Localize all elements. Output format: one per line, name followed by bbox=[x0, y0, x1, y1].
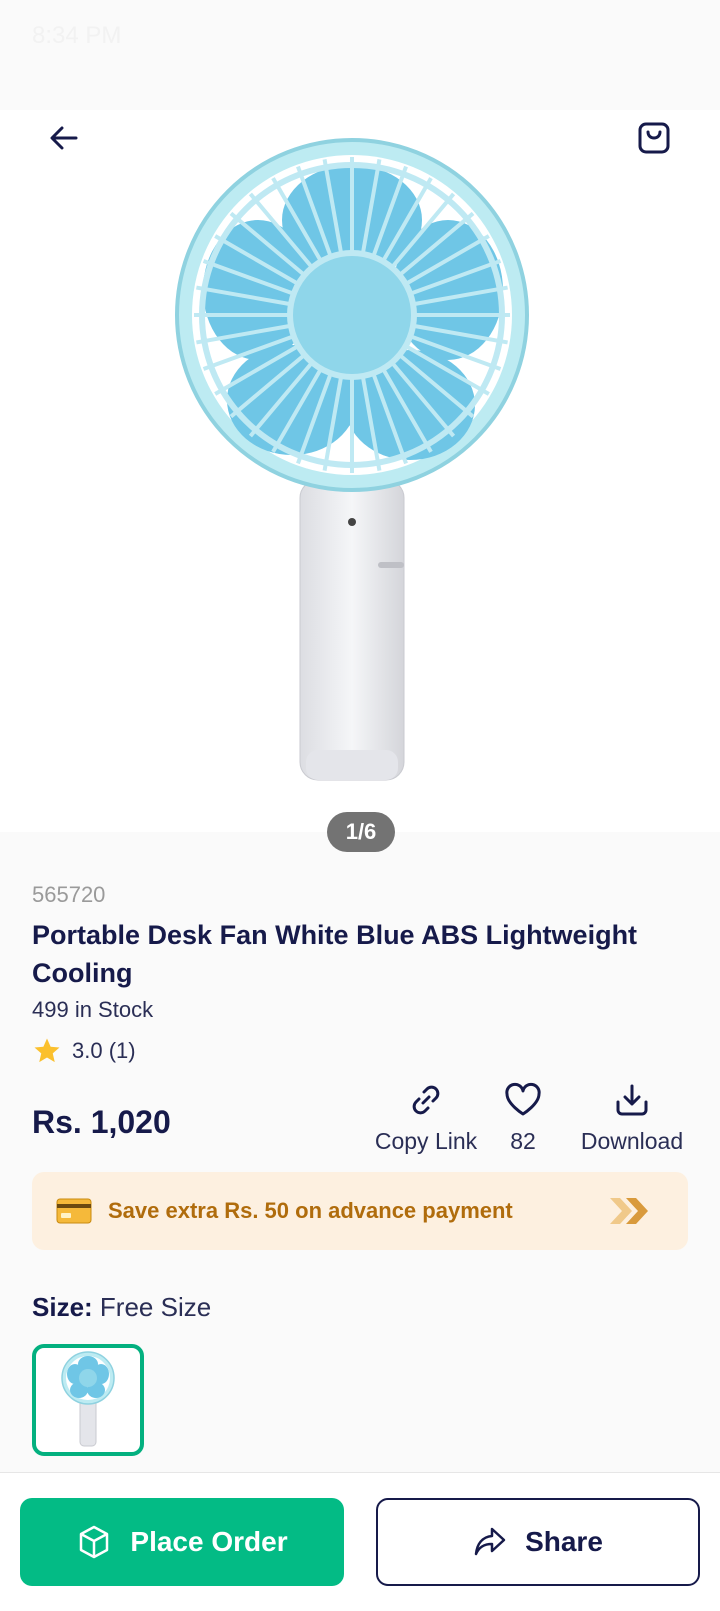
like-button[interactable]: 82 bbox=[490, 1082, 556, 1155]
product-price: Rs. 1,020 bbox=[32, 1104, 171, 1140]
like-count: 82 bbox=[510, 1128, 536, 1154]
heart-icon bbox=[505, 1082, 541, 1116]
size-key: Size: bbox=[32, 1292, 93, 1322]
copy-link-label: Copy Link bbox=[374, 1128, 478, 1154]
image-page-indicator: 1/6 bbox=[327, 812, 395, 852]
credit-card-icon bbox=[56, 1198, 92, 1224]
size-value: Free Size bbox=[99, 1292, 212, 1322]
banner-text: Save extra Rs. 50 on advance payment bbox=[108, 1198, 513, 1223]
link-icon bbox=[412, 1085, 440, 1115]
share-label: Share bbox=[525, 1526, 603, 1557]
download-icon bbox=[616, 1084, 648, 1116]
rating-text: 3.0 (1) bbox=[72, 1038, 136, 1063]
arrow-left-icon bbox=[50, 126, 78, 150]
place-order-label: Place Order bbox=[130, 1526, 288, 1557]
status-time: 8:34 PM bbox=[32, 22, 122, 49]
advance-payment-banner[interactable]: Save extra Rs. 50 on advance payment bbox=[32, 1172, 688, 1250]
product-rating: 3.0 (1) bbox=[32, 1036, 136, 1066]
download-label: Download bbox=[580, 1128, 684, 1154]
share-arrow-icon bbox=[474, 1527, 506, 1556]
shopping-bag-icon bbox=[638, 122, 670, 154]
size-option-thumbnail[interactable] bbox=[32, 1344, 144, 1456]
stock-status: 499 in Stock bbox=[32, 997, 154, 1022]
size-selector-label: Size: Free Size bbox=[32, 1292, 211, 1323]
share-button[interactable]: Share bbox=[376, 1498, 700, 1586]
back-button[interactable] bbox=[36, 110, 92, 166]
star-icon bbox=[34, 1038, 60, 1063]
product-image bbox=[175, 138, 529, 781]
box-icon bbox=[80, 1525, 109, 1559]
bottom-action-bar: Place Order Share bbox=[0, 1472, 720, 1611]
product-image-gallery[interactable] bbox=[0, 110, 720, 832]
double-chevron-right-icon bbox=[610, 1198, 648, 1224]
status-bar: 8:34 PM bbox=[0, 0, 720, 72]
copy-link-button[interactable]: Copy Link bbox=[366, 1082, 486, 1155]
download-button[interactable]: Download bbox=[574, 1082, 690, 1155]
cart-button[interactable] bbox=[626, 110, 682, 166]
place-order-button[interactable]: Place Order bbox=[20, 1498, 344, 1586]
product-title: Portable Desk Fan White Blue ABS Lightwe… bbox=[32, 920, 638, 988]
product-sku: 565720 bbox=[32, 882, 106, 907]
product-thumbnail bbox=[61, 1351, 115, 1447]
